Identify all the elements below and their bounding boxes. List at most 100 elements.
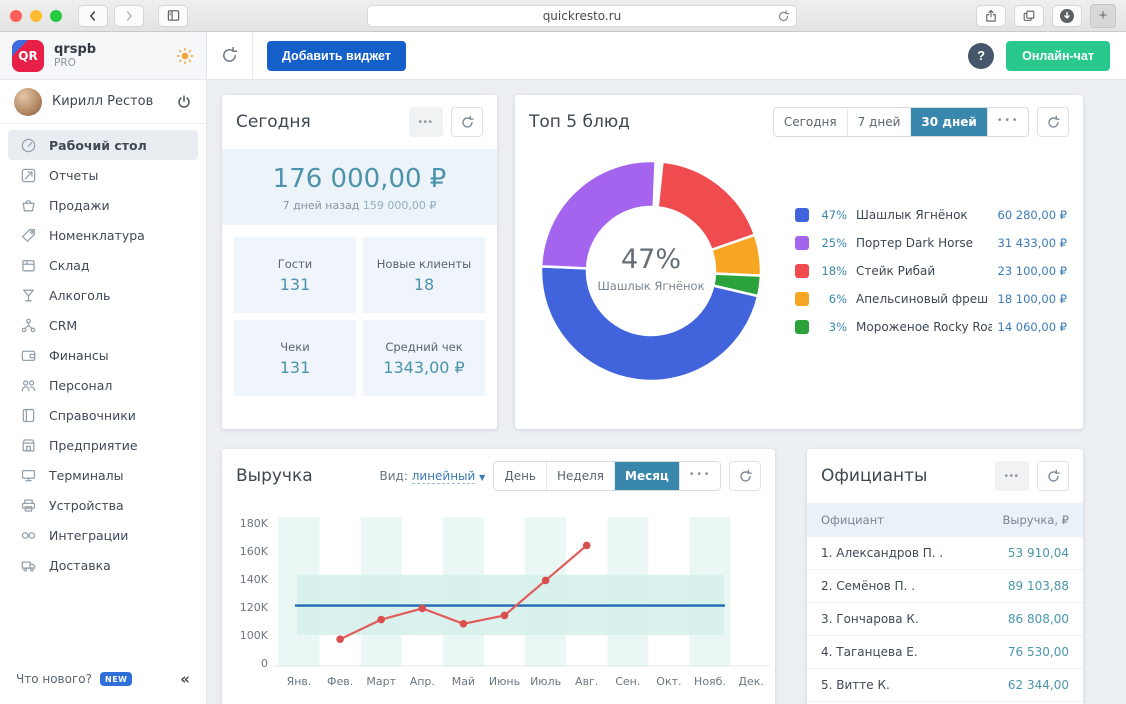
topbar: Добавить виджет ? Онлайн-чат bbox=[207, 32, 1126, 80]
stat-box: Средний чек 1343,00 ₽ bbox=[363, 320, 485, 396]
user-name: Кирилл Рестов bbox=[52, 94, 154, 109]
back-button[interactable] bbox=[78, 4, 108, 27]
collapse-sidebar-button[interactable]: « bbox=[180, 670, 190, 688]
sidebar-item-finances[interactable]: Финансы bbox=[8, 340, 198, 370]
sidebar-item-dashboard[interactable]: Рабочий стол bbox=[8, 130, 198, 160]
tab-день[interactable]: День bbox=[494, 462, 546, 490]
help-button[interactable]: ? bbox=[968, 42, 995, 69]
more-options-segment[interactable]: ••• bbox=[986, 108, 1028, 136]
sidebar-item-alcohol[interactable]: Алкоголь bbox=[8, 280, 198, 310]
sidebar-item-label: Финансы bbox=[49, 347, 109, 363]
sidebar-item-integrations[interactable]: Интеграции bbox=[8, 520, 198, 550]
y-tick-label: 160K bbox=[240, 545, 269, 558]
refresh-icon bbox=[738, 469, 753, 484]
sun-icon[interactable] bbox=[176, 47, 194, 65]
address-bar[interactable]: quickresto.ru bbox=[367, 4, 797, 27]
workspace-header: QR qrspb PRO bbox=[0, 32, 206, 80]
sidebar-item-reports[interactable]: Отчеты bbox=[8, 160, 198, 190]
top-dishes-refresh-button[interactable] bbox=[1037, 107, 1069, 137]
revenue-period-tabs: День Неделя Месяц ••• bbox=[493, 461, 721, 491]
tab-неделя[interactable]: Неделя bbox=[546, 462, 614, 490]
sidebar-item-staff[interactable]: Персонал bbox=[8, 370, 198, 400]
today-refresh-button[interactable] bbox=[451, 107, 483, 137]
refresh-icon bbox=[1046, 469, 1061, 484]
download-icon bbox=[1059, 8, 1075, 24]
x-tick-label: Июнь bbox=[489, 675, 520, 688]
waiters-refresh-button[interactable] bbox=[1037, 461, 1069, 491]
waiter-row: 3. Гончарова К. 86 808,00 bbox=[807, 603, 1083, 636]
stat-box: Новые клиенты 18 bbox=[363, 237, 485, 313]
y-tick-label: 180K bbox=[240, 517, 269, 530]
legend-percent: 25% bbox=[821, 236, 847, 250]
tab-месяц[interactable]: Месяц bbox=[614, 462, 679, 490]
y-tick-label: 0 bbox=[261, 657, 268, 670]
waiter-name: 3. Гончарова К. bbox=[821, 612, 919, 626]
app-logo: QR bbox=[12, 39, 44, 72]
stat-value: 131 bbox=[279, 274, 311, 294]
caret-down-icon: ▼ bbox=[479, 473, 486, 482]
today-compare: 7 дней назад 159 000,00 ₽ bbox=[282, 199, 437, 212]
tab-7-дней[interactable]: 7 дней bbox=[846, 108, 911, 136]
user-row[interactable]: Кирилл Рестов bbox=[0, 80, 206, 124]
refresh-icon bbox=[460, 115, 475, 130]
sidebar-item-crm[interactable]: CRM bbox=[8, 310, 198, 340]
x-tick-label: Фев. bbox=[327, 675, 353, 688]
sidebar-item-nomenclature[interactable]: Номенклатура bbox=[8, 220, 198, 250]
reload-icon[interactable] bbox=[776, 9, 791, 24]
url-text: quickresto.ru bbox=[542, 8, 622, 23]
stat-label: Чеки bbox=[280, 339, 310, 354]
sidebar-item-terminals[interactable]: Терминалы bbox=[8, 460, 198, 490]
maximize-window-button[interactable] bbox=[50, 9, 62, 22]
waiters-more-options-button[interactable]: ••• bbox=[995, 461, 1029, 491]
sidebar-item-delivery[interactable]: Доставка bbox=[8, 550, 198, 580]
new-tab-button[interactable]: + bbox=[1090, 3, 1116, 28]
tag-icon bbox=[20, 227, 37, 244]
whats-new-link[interactable]: Что нового? bbox=[16, 672, 92, 686]
legend-row: 25% Портер Dark Horse 31 433,00 ₽ bbox=[795, 236, 1067, 250]
chart-point bbox=[500, 611, 509, 620]
tab-30-дней[interactable]: 30 дней bbox=[910, 108, 987, 136]
close-window-button[interactable] bbox=[10, 9, 22, 22]
y-tick-label: 100K bbox=[240, 629, 269, 642]
logout-power-icon[interactable] bbox=[176, 94, 192, 110]
sidebar: QR qrspb PRO Кирилл Рестов Рабочий стол О… bbox=[0, 32, 207, 704]
new-badge: NEW bbox=[100, 672, 133, 686]
chart-point bbox=[582, 541, 591, 550]
tab-сегодня[interactable]: Сегодня bbox=[774, 108, 847, 136]
forward-button[interactable] bbox=[114, 4, 144, 27]
tabs-overview-button[interactable] bbox=[1014, 4, 1044, 27]
revenue-refresh-button[interactable] bbox=[729, 461, 761, 491]
today-more-options-button[interactable]: ••• bbox=[409, 107, 443, 137]
sidebar-item-sales[interactable]: Продажи bbox=[8, 190, 198, 220]
workspace-name: qrspb bbox=[54, 41, 97, 57]
sidebar-item-label: Доставка bbox=[49, 557, 111, 573]
more-options-segment[interactable]: ••• bbox=[678, 462, 720, 490]
sidebar-toggle-button[interactable] bbox=[158, 4, 188, 27]
today-amount: 176 000,00 ₽ bbox=[272, 164, 447, 194]
y-tick-label: 140K bbox=[240, 573, 269, 586]
legend-amount: 18 100,00 ₽ bbox=[997, 292, 1068, 306]
add-widget-button[interactable]: Добавить виджет bbox=[267, 40, 406, 71]
sync-button[interactable] bbox=[207, 32, 253, 79]
stat-label: Гости bbox=[277, 256, 313, 271]
minimize-window-button[interactable] bbox=[30, 9, 42, 22]
legend-percent: 3% bbox=[828, 320, 847, 334]
box-icon bbox=[20, 257, 37, 274]
sidebar-item-warehouse[interactable]: Склад bbox=[8, 250, 198, 280]
x-tick-label: Апр. bbox=[410, 675, 435, 688]
view-type-selector[interactable]: Вид: линейный ▼ bbox=[380, 469, 486, 484]
waiters-table-body: 1. Александров П. . 53 910,04 2. Семёнов П… bbox=[807, 537, 1083, 704]
online-chat-button[interactable]: Онлайн-чат bbox=[1006, 40, 1110, 71]
sidebar-item-directories[interactable]: Справочники bbox=[8, 400, 198, 430]
legend-color-swatch bbox=[795, 292, 809, 306]
stat-value: 18 bbox=[413, 274, 435, 294]
window-controls bbox=[10, 9, 62, 22]
waiter-revenue: 86 808,00 bbox=[1007, 612, 1069, 626]
x-tick-label: Март bbox=[366, 675, 396, 688]
sidebar-item-enterprise[interactable]: Предприятие bbox=[8, 430, 198, 460]
downloads-button[interactable] bbox=[1052, 4, 1082, 27]
top-dishes-card: Топ 5 блюд Сегодня 7 дней 30 дней ••• 47% Ш… bbox=[515, 95, 1083, 429]
sidebar-item-devices[interactable]: Устройства bbox=[8, 490, 198, 520]
legend-percent: 6% bbox=[828, 292, 847, 306]
share-button[interactable] bbox=[976, 4, 1006, 27]
